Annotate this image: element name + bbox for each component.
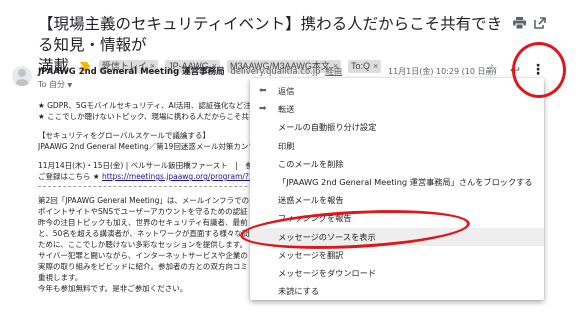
label-chip-to-q[interactable]: To:Q × bbox=[348, 60, 382, 73]
program-link[interactable]: https://meetings.jpaawg.org/program/?1P1… bbox=[102, 172, 271, 181]
menu-item-filter-messages[interactable]: メールの自動振り分け設定 bbox=[250, 118, 544, 136]
sender-name[interactable]: JPAAWG 2nd General Meeting 運営事務局 bbox=[38, 67, 225, 77]
reply-icon: ⬅ bbox=[259, 86, 267, 96]
print-icon[interactable] bbox=[512, 17, 526, 31]
star-icon[interactable]: ☆ bbox=[486, 62, 498, 77]
close-icon[interactable]: × bbox=[373, 61, 378, 71]
sender-line: JPAAWG 2nd General Meeting 運営事務局 deliver… bbox=[38, 66, 342, 78]
menu-item-report-spam[interactable]: 迷惑メールを報告 bbox=[250, 191, 544, 209]
menu-item-reply[interactable]: ⬅ 返信 bbox=[250, 82, 544, 100]
sent-via-link[interactable]: 経由 bbox=[325, 67, 342, 77]
menu-item-block-sender[interactable]: 「JPAAWG 2nd General Meeting 運営事務局」さんをブロッ… bbox=[250, 173, 544, 191]
recipient-details[interactable]: To 自分 ▼ bbox=[38, 79, 72, 90]
menu-item-print[interactable]: 印刷 bbox=[250, 137, 544, 155]
menu-item-download-message[interactable]: メッセージをダウンロード bbox=[250, 264, 544, 282]
sender-email: delivery.qualitia.co.jp bbox=[230, 67, 321, 77]
avatar bbox=[12, 66, 32, 86]
menu-item-forward[interactable]: ➡ 転送 bbox=[250, 100, 544, 118]
forward-icon: ➡ bbox=[259, 104, 267, 115]
open-in-new-window-icon[interactable] bbox=[533, 17, 547, 31]
menu-item-delete[interactable]: このメールを削除 bbox=[250, 155, 544, 173]
message-date: 11月1日(金) 10:29 (10 日前) bbox=[388, 67, 497, 76]
chevron-down-icon[interactable]: ▼ bbox=[68, 82, 73, 89]
message-options-menu: ⬅ 返信 ➡ 転送 メールの自動振り分け設定 印刷 このメールを削除 「JPAAWG… bbox=[250, 78, 544, 300]
annotation-circle-more-button bbox=[512, 42, 566, 98]
subject-line-1: 【現場主義のセキュリティイベント】携わる人だからこそ共有できる知見・情報が bbox=[38, 15, 503, 54]
menu-item-mark-unread[interactable]: 未読にする bbox=[250, 282, 544, 300]
